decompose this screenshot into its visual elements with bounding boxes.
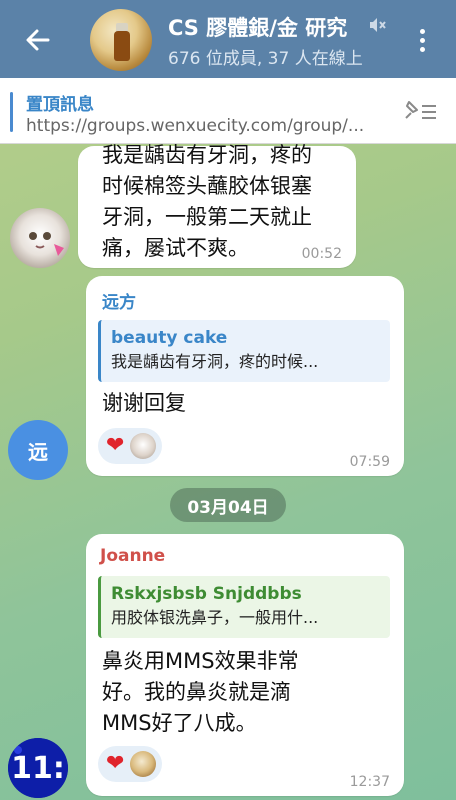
quote-author: Rskxjsbsb Snjddbbs (111, 584, 302, 604)
quote-author: beauty cake (111, 328, 228, 348)
message-time: 12:37 (349, 774, 390, 790)
message-text-line: 牙洞，一般第二天就止 (102, 205, 312, 229)
reply-quote[interactable]: beauty cake 我是龋齿有牙洞，疼的时候... (98, 320, 390, 382)
date-separator: 03月04日 (170, 488, 286, 522)
heart-icon: ❤ (106, 433, 125, 458)
avatar-letter: 远 (28, 439, 48, 464)
avatar-joanne[interactable]: 11: (8, 738, 68, 798)
reply-quote[interactable]: Rskxjsbsb Snjddbbs 用胶体银洗鼻子，一般用什... (98, 576, 390, 638)
member-count: 676 位成員, 37 人在線上 (168, 49, 363, 69)
message-time: 07:59 (349, 454, 390, 470)
profile-picture-icon: 11: (8, 738, 68, 798)
reaction-pill[interactable]: ❤ (98, 746, 163, 782)
message-text-line: 好。我的鼻炎就是滴 (102, 680, 291, 704)
unpin-list-icon[interactable] (400, 98, 438, 124)
sender-name[interactable]: Joanne (100, 546, 165, 566)
quote-text: 用胶体银洗鼻子，一般用什... (111, 608, 319, 627)
chat-title[interactable]: CS 膠體銀/金 研究 (168, 12, 384, 42)
message-text-line: 痛，屡试不爽。 (102, 236, 249, 260)
back-button[interactable] (20, 22, 56, 58)
chat-header: CS 膠體銀/金 研究 676 位成員, 37 人在線上 (0, 0, 456, 78)
avatar-yuanfang[interactable]: 远 (8, 420, 68, 480)
message-time: 00:52 (301, 246, 342, 262)
message-text-line: 鼻炎用MMS效果非常 (102, 649, 299, 673)
sender-name[interactable]: 远方 (102, 288, 136, 313)
pinned-text: https://groups.wenxuecity.com/group/... (26, 116, 365, 136)
avatar-beauty-cake[interactable] (10, 208, 70, 268)
mute-icon (370, 18, 386, 32)
message-bubble[interactable]: 远方 beauty cake 我是龋齿有牙洞，疼的时候... 谢谢回复 ❤ 07… (86, 276, 404, 476)
more-options-button[interactable] (408, 22, 436, 58)
reactor-avatar (130, 433, 157, 459)
message-text-line: 我是龋齿有牙洞，疼的 (102, 143, 312, 167)
message-bubble[interactable]: Joanne Rskxjsbsb Snjddbbs 用胶体银洗鼻子，一般用什..… (86, 534, 404, 796)
message-text-line: MMS好了八成。 (102, 711, 257, 735)
group-avatar[interactable] (90, 9, 152, 71)
message-text: 谢谢回复 (102, 391, 186, 415)
cat-avatar-icon (29, 232, 64, 256)
reactor-avatar (130, 751, 157, 777)
svg-text:11:: 11: (11, 751, 65, 786)
heart-icon: ❤ (106, 751, 125, 776)
quote-text: 我是龋齿有牙洞，疼的时候... (111, 352, 319, 371)
pinned-label: 置頂訊息 (26, 95, 94, 115)
reaction-pill[interactable]: ❤ (98, 428, 163, 464)
message-text-line: 时候棉签头蘸胶体银塞 (102, 174, 312, 198)
back-arrow-icon (26, 29, 50, 51)
pinned-message-bar[interactable]: 置頂訊息 https://groups.wenxuecity.com/group… (0, 78, 456, 144)
message-bubble[interactable]: 我是龋齿有牙洞，疼的 时候棉签头蘸胶体银塞 牙洞，一般第二天就止 痛，屡试不爽。… (78, 143, 356, 268)
